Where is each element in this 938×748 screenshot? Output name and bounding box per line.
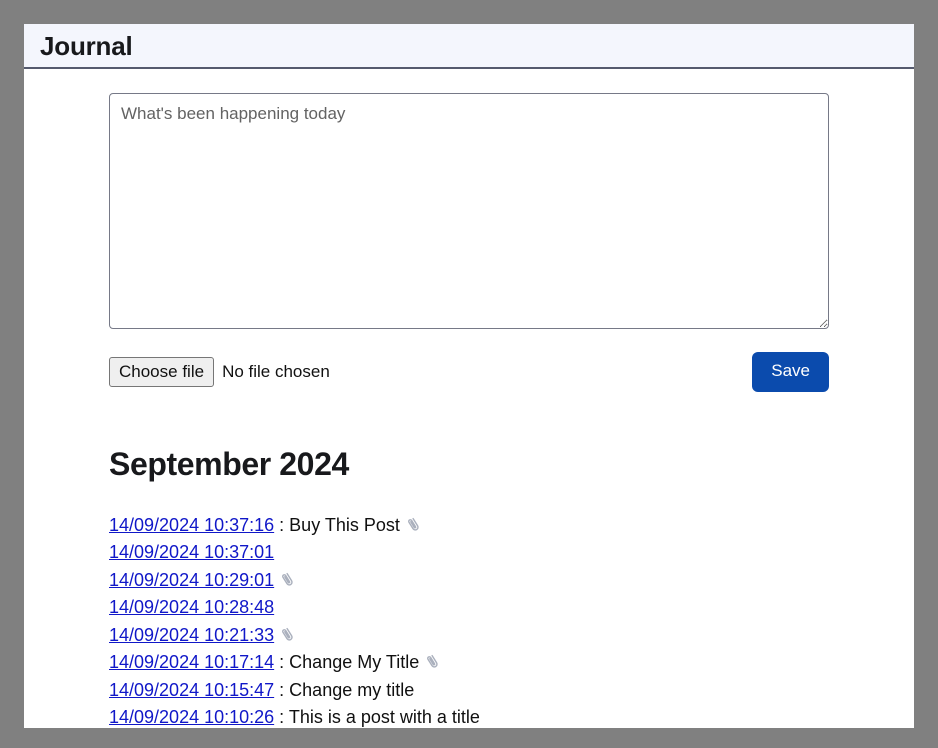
save-button[interactable]: Save — [752, 352, 829, 392]
entry-timestamp-link[interactable]: 14/09/2024 10:10:26 — [109, 707, 274, 727]
entry-timestamp-link[interactable]: 14/09/2024 10:28:48 — [109, 597, 274, 617]
entry-timestamp-link[interactable]: 14/09/2024 10:17:14 — [109, 652, 274, 672]
main-content: Choose file No file chosen Save Septembe… — [24, 69, 914, 728]
entry-title: Change My Title — [289, 652, 420, 673]
entry-row: 14/09/2024 10:37:01 — [109, 539, 829, 567]
paperclip-icon — [279, 571, 297, 589]
month-heading: September 2024 — [109, 445, 349, 482]
page-title: Journal — [40, 30, 133, 61]
journal-entry-textarea[interactable] — [109, 93, 829, 329]
entry-separator: : — [274, 514, 290, 535]
composer-actions: Choose file No file chosen Save — [109, 352, 829, 392]
entry-list: 14/09/2024 10:37:16 : Buy This Post 14/09… — [109, 512, 829, 728]
entry-row: 14/09/2024 10:10:26 : This is a post wit… — [109, 704, 829, 728]
entry-row: 14/09/2024 10:28:48 — [109, 594, 829, 622]
paperclip-icon — [405, 516, 423, 534]
entry-row: 14/09/2024 10:15:47 : Change my title — [109, 677, 829, 705]
new-entry-form: Choose file No file chosen Save — [109, 69, 829, 392]
entry-separator: : — [274, 707, 289, 728]
entry-row: 14/09/2024 10:21:33 — [109, 622, 829, 650]
entry-separator: : — [274, 679, 290, 700]
file-upload-field[interactable]: Choose file No file chosen — [109, 356, 330, 387]
paperclip-icon — [279, 626, 297, 644]
entry-title: Buy This Post — [289, 514, 400, 535]
app-header: Journal — [24, 24, 914, 69]
entry-title: Change my title — [289, 679, 415, 700]
entry-timestamp-link[interactable]: 14/09/2024 10:37:16 — [109, 515, 274, 535]
entry-timestamp-link[interactable]: 14/09/2024 10:21:33 — [109, 625, 274, 645]
journal-page: Journal Choose file No file chosen Save … — [24, 24, 914, 728]
entry-title: This is a post with a title — [288, 707, 480, 728]
paperclip-icon — [424, 653, 442, 671]
entry-timestamp-link[interactable]: 14/09/2024 10:29:01 — [109, 570, 274, 590]
entry-row: 14/09/2024 10:29:01 — [109, 567, 829, 595]
entry-timestamp-link[interactable]: 14/09/2024 10:15:47 — [109, 680, 274, 700]
choose-file-button[interactable]: Choose file — [109, 356, 215, 387]
entry-row: 14/09/2024 10:37:16 : Buy This Post — [109, 512, 829, 540]
entry-separator: : — [274, 652, 290, 673]
file-status-label: No file chosen — [222, 361, 330, 381]
entry-row: 14/09/2024 10:17:14 : Change My Title — [109, 649, 829, 677]
entry-timestamp-link[interactable]: 14/09/2024 10:37:01 — [109, 542, 274, 562]
